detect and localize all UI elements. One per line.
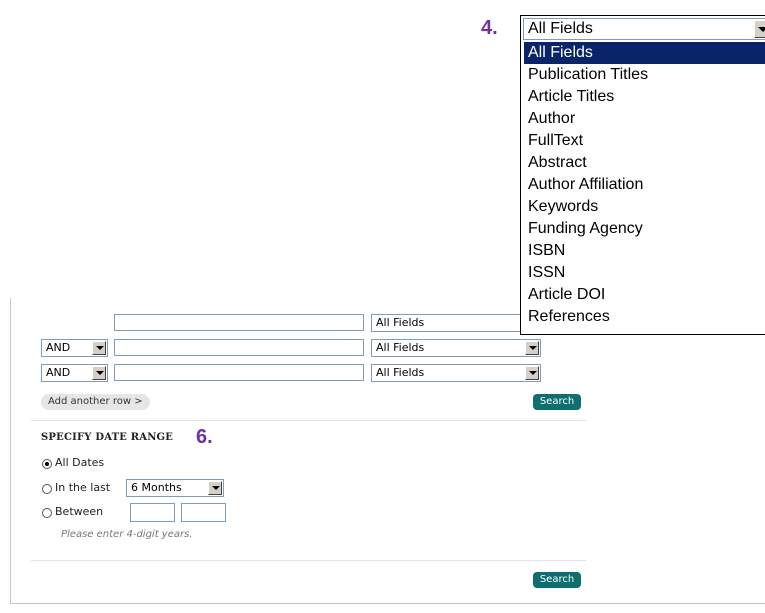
field-select-3-value: All Fields: [376, 366, 425, 379]
chevron-down-icon: [208, 481, 222, 495]
option-all-fields[interactable]: All Fields: [524, 42, 765, 64]
option-isbn[interactable]: ISBN: [524, 240, 765, 262]
between-label: Between: [55, 505, 104, 518]
period-select-value: 6 Months: [131, 481, 182, 494]
field-select-1-value: All Fields: [376, 316, 425, 329]
option-author-affiliation[interactable]: Author Affiliation: [524, 174, 765, 196]
option-fulltext[interactable]: FullText: [524, 130, 765, 152]
search-term-input-2[interactable]: [114, 339, 364, 356]
advanced-search-panel: All Fields AND All Fields AND All Fields…: [10, 298, 765, 604]
chevron-down-icon: [525, 341, 539, 355]
search-term-input-3[interactable]: [114, 364, 364, 381]
operator-select-2-value: AND: [46, 341, 71, 354]
in-the-last-label: In the last: [55, 481, 111, 494]
from-year-input[interactable]: [130, 503, 175, 522]
option-keywords[interactable]: Keywords: [524, 196, 765, 218]
operator-select-3-value: AND: [46, 366, 71, 379]
option-references[interactable]: References: [524, 306, 765, 328]
option-article-doi[interactable]: Article DOI: [524, 284, 765, 306]
field-select-3[interactable]: All Fields: [371, 364, 541, 382]
radio-between[interactable]: [42, 508, 52, 518]
period-select[interactable]: 6 Months: [126, 479, 224, 497]
field-select-1[interactable]: All Fields: [371, 314, 541, 332]
search-term-input-1[interactable]: [114, 314, 364, 331]
date-range-heading: SPECIFY DATE RANGE: [41, 432, 174, 443]
option-publication-titles[interactable]: Publication Titles: [524, 64, 765, 86]
divider: [31, 560, 586, 561]
all-dates-label: All Dates: [55, 456, 105, 469]
option-author[interactable]: Author: [524, 108, 765, 130]
chevron-down-icon: [92, 366, 106, 380]
field-select-2[interactable]: All Fields: [371, 339, 541, 357]
option-issn[interactable]: ISSN: [524, 262, 765, 284]
search-field-dropdown-value[interactable]: All Fields: [523, 18, 765, 40]
radio-all-dates[interactable]: [42, 459, 52, 469]
search-field-dropdown-selected: All Fields: [528, 20, 593, 37]
add-another-row-button[interactable]: Add another row >: [41, 394, 150, 410]
option-funding-agency[interactable]: Funding Agency: [524, 218, 765, 240]
year-format-hint: Please enter 4-digit years.: [61, 529, 193, 540]
to-year-input[interactable]: [181, 503, 226, 522]
radio-in-the-last[interactable]: [42, 484, 52, 494]
option-article-titles[interactable]: Article Titles: [524, 86, 765, 108]
chevron-down-icon: [525, 366, 539, 380]
operator-select-2[interactable]: AND: [41, 339, 108, 357]
search-button-top[interactable]: Search: [533, 394, 581, 410]
search-field-dropdown[interactable]: All Fields All Fields Publication Titles…: [520, 15, 765, 335]
operator-select-3[interactable]: AND: [41, 364, 108, 382]
option-abstract[interactable]: Abstract: [524, 152, 765, 174]
callout-step-6: 6.: [196, 426, 213, 448]
callout-step-4: 4.: [481, 17, 498, 39]
search-field-options: All Fields Publication Titles Article Ti…: [524, 42, 765, 328]
field-select-2-value: All Fields: [376, 341, 425, 354]
chevron-down-icon[interactable]: [754, 20, 765, 38]
chevron-down-icon: [92, 341, 106, 355]
search-button-bottom[interactable]: Search: [533, 572, 581, 588]
divider: [31, 420, 586, 421]
